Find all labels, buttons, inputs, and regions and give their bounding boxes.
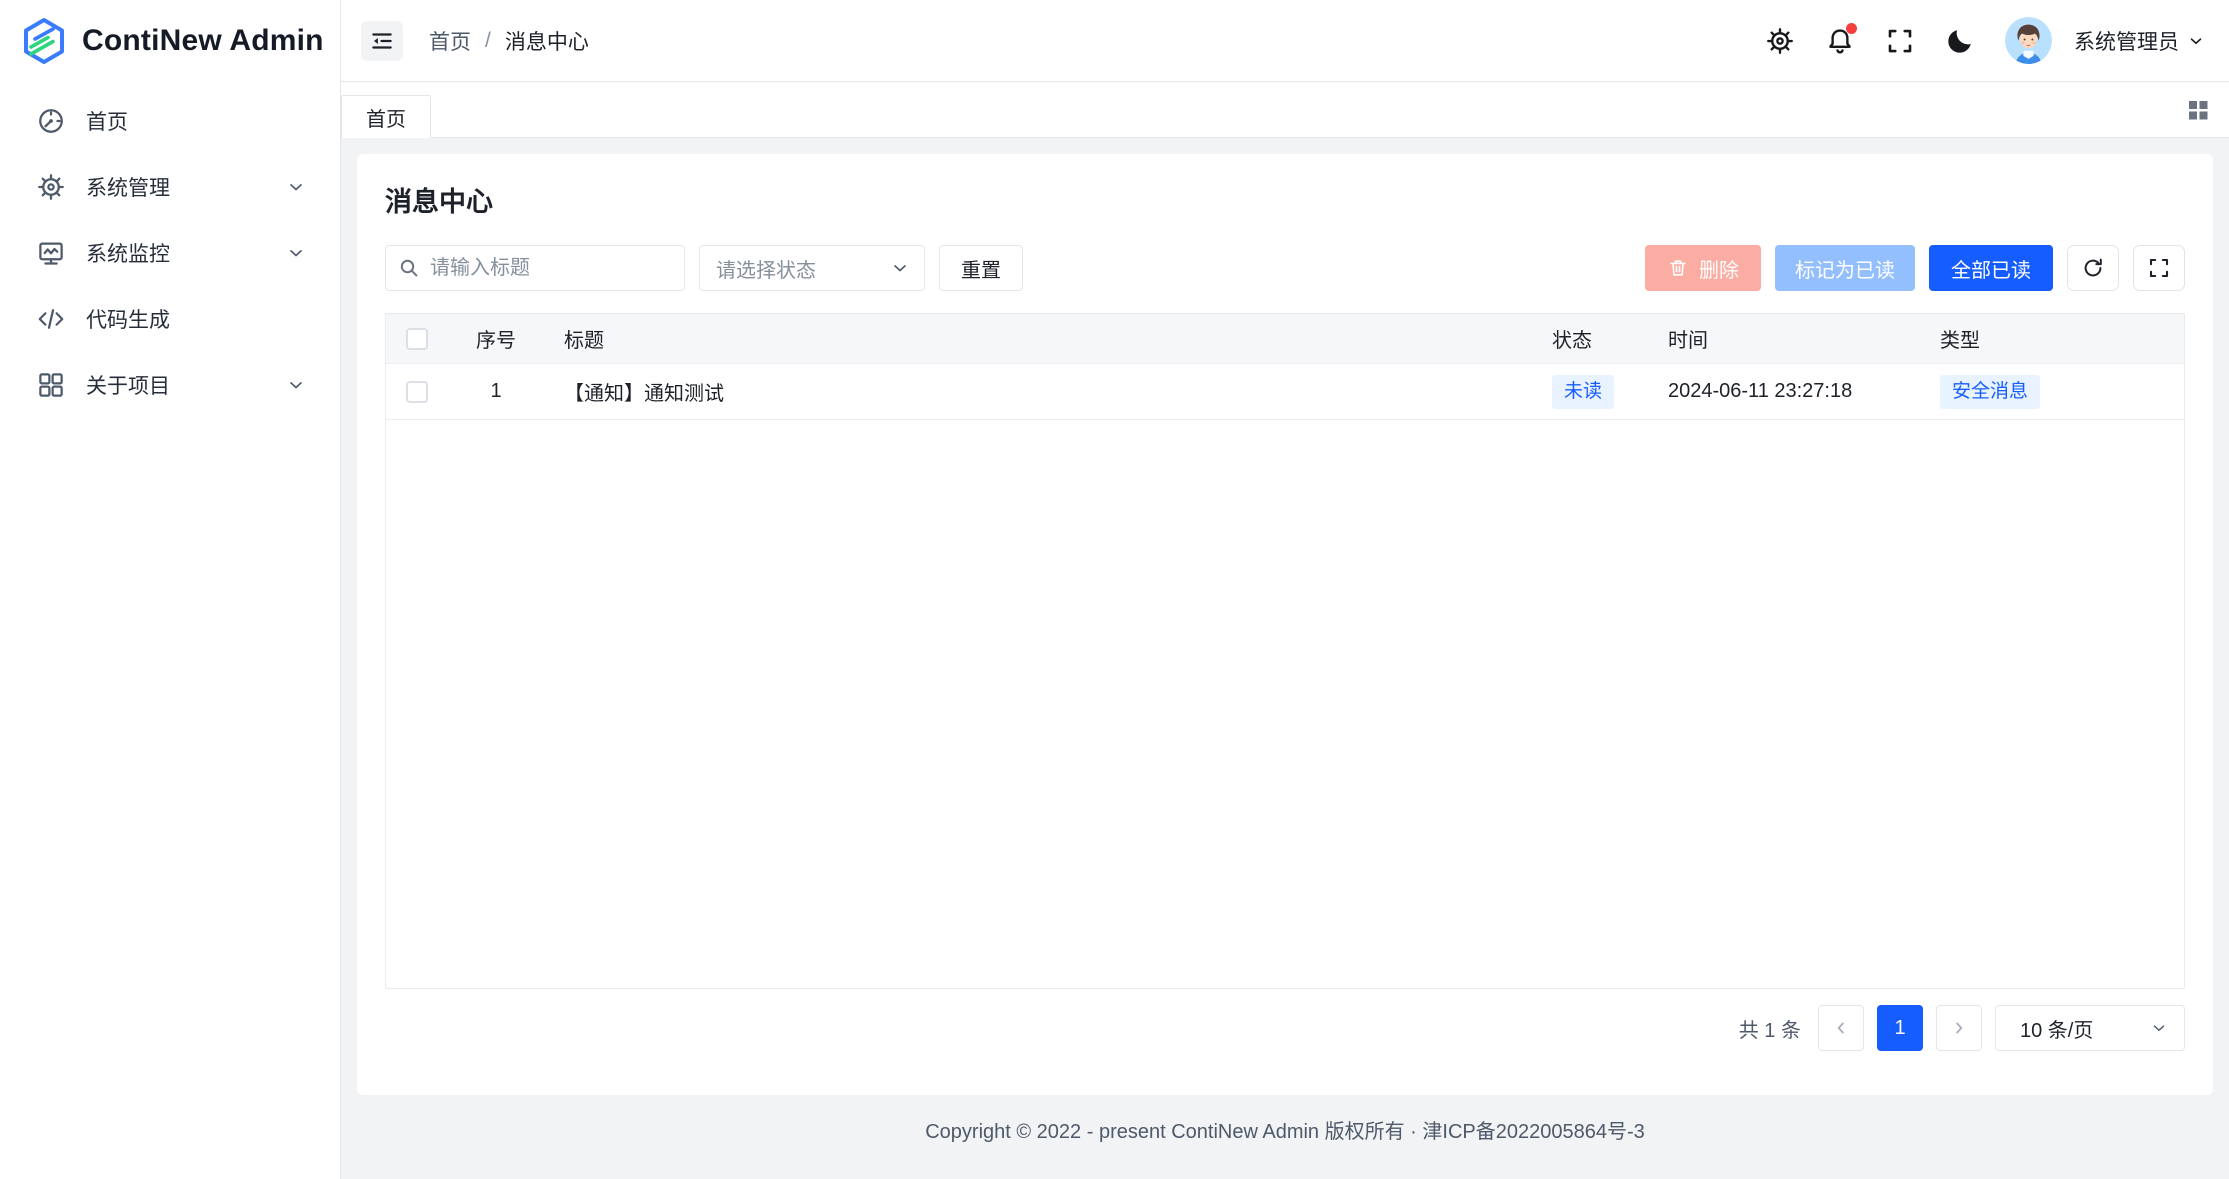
table-row: 1 【通知】通知测试 未读 2024-06-11 23:27:18 安全消息: [386, 363, 2184, 420]
avatar[interactable]: [2005, 17, 2052, 64]
monitor-icon: [36, 238, 66, 268]
chevron-down-icon: [890, 258, 910, 278]
sidebar-menu: 首页 系统管理: [0, 82, 340, 412]
table-header: 序号 标题 状态 时间 类型: [386, 314, 2184, 363]
sidebar-item-home[interactable]: 首页: [12, 94, 328, 148]
notification-dot: [1846, 23, 1857, 34]
chevron-down-icon: [286, 375, 306, 395]
app-title: ContiNew Admin: [82, 24, 324, 58]
logo[interactable]: ContiNew Admin: [0, 0, 340, 82]
row-checkbox[interactable]: [406, 381, 428, 403]
column-header-status: 状态: [1546, 324, 1664, 353]
all-read-button[interactable]: 全部已读: [1929, 245, 2053, 291]
breadcrumb: 首页 / 消息中心: [429, 26, 589, 56]
status-badge: 未读: [1552, 375, 1614, 409]
select-all-checkbox[interactable]: [406, 328, 428, 350]
page-number-1[interactable]: 1: [1877, 1005, 1923, 1051]
trash-icon: [1667, 257, 1689, 279]
column-header-type: 类型: [1936, 324, 2184, 353]
sidebar-item-label: 系统监控: [86, 238, 286, 268]
sidebar-item-system-management[interactable]: 系统管理: [12, 160, 328, 214]
sidebar: ContiNew Admin 首页: [0, 0, 341, 1179]
toolbar-actions: 删除 标记为已读 全部已读: [1645, 245, 2185, 291]
chevron-down-icon: [286, 177, 306, 197]
next-page-icon[interactable]: [1936, 1005, 1982, 1051]
chevron-down-icon: [286, 243, 306, 263]
type-badge: 安全消息: [1940, 375, 2040, 409]
tab-home[interactable]: 首页: [341, 95, 431, 138]
reset-button[interactable]: 重置: [939, 245, 1023, 291]
app-screen: ContiNew Admin 首页: [0, 0, 2229, 1179]
delete-button[interactable]: 删除: [1645, 245, 1761, 291]
column-header-title: 标题: [544, 324, 1546, 353]
search-box: [385, 245, 685, 291]
footer: Copyright © 2022 - present ContiNew Admi…: [357, 1095, 2213, 1163]
status-select[interactable]: 请选择状态: [699, 245, 925, 291]
gear-icon[interactable]: [1761, 22, 1799, 60]
logo-icon: [20, 17, 68, 65]
header: 首页 / 消息中心: [341, 0, 2229, 82]
sidebar-item-label: 关于项目: [86, 370, 286, 400]
user-menu[interactable]: 系统管理员: [2074, 26, 2205, 56]
page-size-value: 10 条/页: [2020, 1014, 2093, 1043]
row-title[interactable]: 【通知】通知测试: [544, 377, 1546, 406]
page-title: 消息中心: [385, 180, 2185, 219]
settings-icon: [36, 172, 66, 202]
breadcrumb-home[interactable]: 首页: [429, 26, 471, 56]
copyright-text: Copyright © 2022 - present ContiNew Admi…: [925, 1115, 1645, 1144]
fullscreen-icon[interactable]: [1881, 22, 1919, 60]
sidebar-item-label: 首页: [86, 106, 306, 136]
sidebar-item-system-monitor[interactable]: 系统监控: [12, 226, 328, 280]
breadcrumb-separator: /: [485, 29, 491, 53]
code-icon: [36, 304, 66, 334]
column-header-no: 序号: [448, 324, 544, 353]
header-actions: 系统管理员: [1761, 17, 2205, 64]
grid-icon[interactable]: [2181, 93, 2215, 127]
sidebar-item-code-generation[interactable]: 代码生成: [12, 292, 328, 346]
menu-fold-icon[interactable]: [361, 21, 403, 61]
search-input[interactable]: [385, 245, 685, 291]
page-size-select[interactable]: 10 条/页: [1995, 1005, 2185, 1051]
sidebar-item-label: 代码生成: [86, 304, 306, 334]
refresh-icon[interactable]: [2067, 245, 2119, 291]
delete-label: 删除: [1699, 254, 1739, 283]
tab-bar: 首页: [341, 82, 2229, 138]
table-fullscreen-icon[interactable]: [2133, 245, 2185, 291]
sidebar-item-about-project[interactable]: 关于项目: [12, 358, 328, 412]
tab-label: 首页: [366, 103, 406, 132]
apps-icon: [36, 370, 66, 400]
pagination: 共 1 条 1 10 条/页: [385, 1005, 2185, 1051]
message-center-card: 消息中心 请选择状态 重置: [357, 154, 2213, 1095]
toolbar: 请选择状态 重置 删除 标记为已读 全部已读: [385, 245, 2185, 291]
main-area: 首页 / 消息中心: [341, 0, 2229, 1179]
chevron-down-icon: [2150, 1019, 2168, 1037]
table-empty-area: [386, 420, 2184, 988]
chevron-down-icon: [2187, 32, 2205, 50]
column-header-time: 时间: [1664, 324, 1936, 353]
pagination-total: 共 1 条: [1739, 1014, 1801, 1043]
dashboard-icon: [36, 106, 66, 136]
content: 消息中心 请选择状态 重置: [341, 138, 2229, 1179]
bell-icon[interactable]: [1821, 22, 1859, 60]
sidebar-item-label: 系统管理: [86, 172, 286, 202]
moon-icon[interactable]: [1941, 22, 1979, 60]
user-name: 系统管理员: [2074, 26, 2179, 56]
status-select-placeholder: 请选择状态: [716, 254, 816, 283]
row-no: 1: [448, 380, 544, 403]
message-table: 序号 标题 状态 时间 类型 1 【通知】通知测试 未读 2024-06-11 …: [385, 313, 2185, 989]
breadcrumb-current: 消息中心: [505, 26, 589, 56]
prev-page-icon[interactable]: [1818, 1005, 1864, 1051]
row-time: 2024-06-11 23:27:18: [1664, 380, 1936, 403]
mark-read-button[interactable]: 标记为已读: [1775, 245, 1915, 291]
